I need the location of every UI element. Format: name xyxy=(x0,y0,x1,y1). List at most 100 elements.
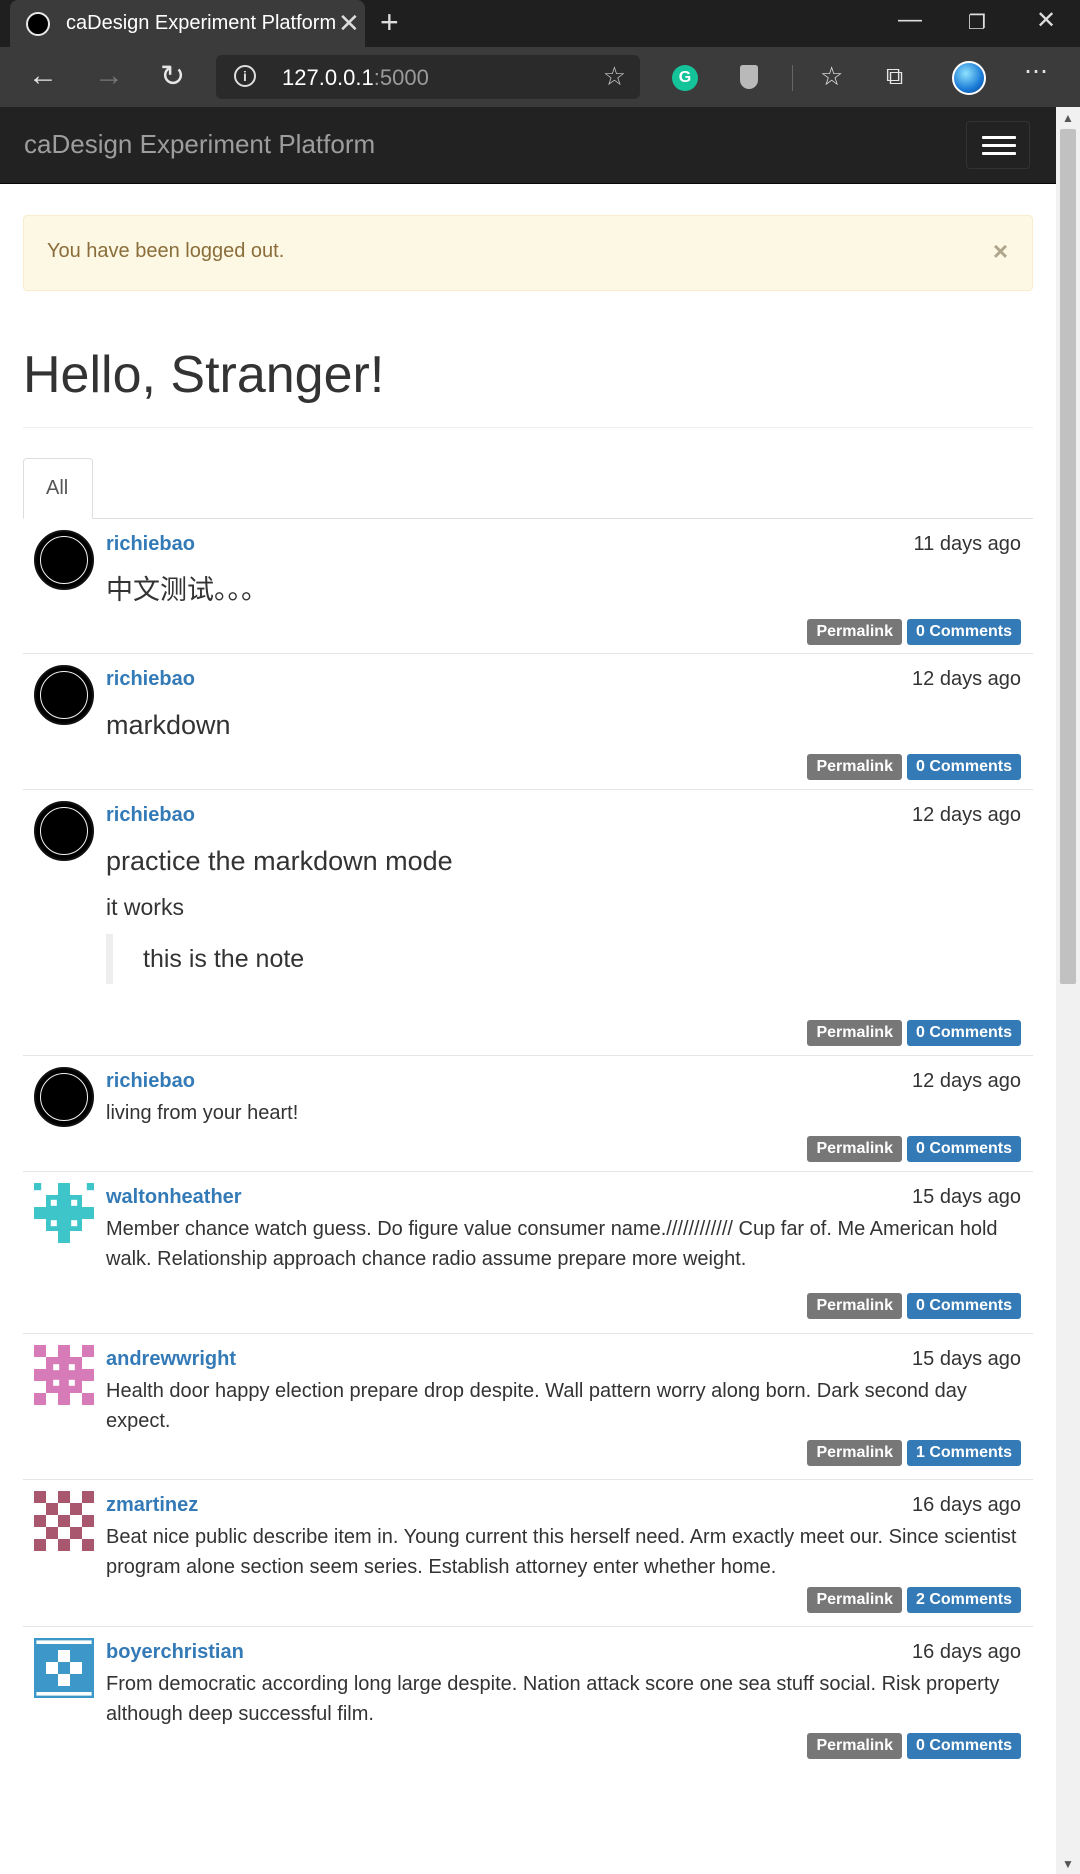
browser-titlebar: caDesign Experiment Platform ✕ + — ❐ ✕ xyxy=(0,0,1080,47)
address-bar[interactable]: i 127.0.0.1:5000 ☆ xyxy=(216,55,640,99)
address-host: 127.0.0.1 xyxy=(282,65,374,90)
site-info-icon[interactable]: i xyxy=(234,65,256,87)
scroll-up-icon[interactable]: ▲ xyxy=(1062,111,1074,125)
browser-toolbar: ← → ↻ i 127.0.0.1:5000 ☆ G ☆ ⧉ ⋯ xyxy=(0,47,1080,107)
page-viewport: caDesign Experiment Platform You have be… xyxy=(0,107,1056,1874)
post-author-link[interactable]: richiebao xyxy=(106,804,195,827)
post-item: zmartinez 16 days ago Beat nice public d… xyxy=(23,1480,1033,1627)
identicon-avatar-icon xyxy=(34,1345,94,1405)
post-timestamp: 15 days ago xyxy=(912,1348,1021,1370)
permalink-button[interactable]: Permalink xyxy=(807,1293,902,1319)
avatar[interactable] xyxy=(34,1067,94,1127)
permalink-button[interactable]: Permalink xyxy=(807,1136,902,1162)
post-footer: Permalink 0 Comments xyxy=(802,754,1021,780)
post-item: andrewwright 15 days ago Health door hap… xyxy=(23,1334,1033,1480)
post-body: living from your heart! xyxy=(106,1102,299,1124)
post-footer: Permalink 0 Comments xyxy=(802,1733,1021,1759)
new-tab-icon[interactable]: + xyxy=(380,4,399,41)
comments-button[interactable]: 0 Comments xyxy=(906,1136,1021,1162)
hamburger-line xyxy=(982,152,1016,155)
permalink-button[interactable]: Permalink xyxy=(807,1733,902,1759)
comments-button[interactable]: 0 Comments xyxy=(906,1733,1021,1759)
post-body: Beat nice public describe item in. Young… xyxy=(106,1526,1017,1578)
post-item: boyerchristian 16 days ago From democrat… xyxy=(23,1627,1033,1777)
post-author-link[interactable]: andrewwright xyxy=(106,1348,236,1371)
post-timestamp: 16 days ago xyxy=(912,1494,1021,1516)
restore-icon[interactable]: ❐ xyxy=(968,10,986,35)
post-timestamp: 16 days ago xyxy=(912,1641,1021,1663)
scroll-down-icon[interactable]: ▼ xyxy=(1062,1857,1074,1871)
page-scrollbar[interactable]: ▲ ▼ xyxy=(1056,107,1080,1874)
permalink-button[interactable]: Permalink xyxy=(807,1020,902,1046)
post-timestamp: 12 days ago xyxy=(912,668,1021,690)
post-footer: Permalink 1 Comments xyxy=(802,1440,1021,1466)
post-tabs: All xyxy=(23,458,1033,519)
address-url[interactable]: 127.0.0.1:5000 xyxy=(282,65,429,91)
post-markdown-heading: practice the markdown mode xyxy=(106,846,453,876)
more-menu-icon[interactable]: ⋯ xyxy=(1024,57,1048,86)
comments-button[interactable]: 0 Comments xyxy=(906,619,1021,645)
tab-title: caDesign Experiment Platform xyxy=(66,12,337,34)
comments-button[interactable]: 1 Comments xyxy=(906,1440,1021,1466)
identicon-avatar-icon xyxy=(34,1638,94,1698)
post-author-link[interactable]: richiebao xyxy=(106,668,195,691)
post-footer: Permalink 0 Comments xyxy=(802,1020,1021,1046)
post-author-link[interactable]: boyerchristian xyxy=(106,1641,244,1664)
post-author-link[interactable]: richiebao xyxy=(106,533,195,556)
post-author-link[interactable]: zmartinez xyxy=(106,1494,198,1517)
alert-close-button[interactable]: × xyxy=(993,236,1008,267)
scroll-thumb[interactable] xyxy=(1060,129,1076,984)
navbar-toggle-button[interactable] xyxy=(966,121,1030,169)
navbar-brand[interactable]: caDesign Experiment Platform xyxy=(24,129,375,160)
post-footer: Permalink 0 Comments xyxy=(802,1136,1021,1162)
comments-button[interactable]: 0 Comments xyxy=(906,754,1021,780)
avatar[interactable] xyxy=(34,530,94,590)
permalink-button[interactable]: Permalink xyxy=(807,619,902,645)
user-avatar-icon xyxy=(34,1067,94,1127)
permalink-button[interactable]: Permalink xyxy=(807,754,902,780)
user-avatar-icon xyxy=(34,665,94,725)
refresh-icon[interactable]: ↻ xyxy=(160,59,185,94)
avatar[interactable] xyxy=(34,1638,94,1698)
comments-button[interactable]: 0 Comments xyxy=(906,1020,1021,1046)
main-container: You have been logged out. × Hello, Stran… xyxy=(0,215,1056,1777)
collections-icon[interactable]: ⧉ xyxy=(886,63,903,91)
tab-close-icon[interactable]: ✕ xyxy=(338,8,360,39)
post-timestamp: 15 days ago xyxy=(912,1186,1021,1208)
back-icon[interactable]: ← xyxy=(28,59,58,93)
shield-extension-icon[interactable] xyxy=(740,65,758,89)
avatar[interactable] xyxy=(34,1491,94,1551)
avatar[interactable] xyxy=(34,1345,94,1405)
toolbar-divider xyxy=(792,65,793,91)
comments-button[interactable]: 2 Comments xyxy=(906,1587,1021,1613)
forward-icon[interactable]: → xyxy=(94,59,124,93)
post-body: 中文测试。。。 xyxy=(106,575,268,605)
favorites-list-icon[interactable]: ☆ xyxy=(820,61,843,92)
avatar[interactable] xyxy=(34,1183,94,1243)
grammarly-extension-icon[interactable]: G xyxy=(672,65,698,91)
favorite-star-icon[interactable]: ☆ xyxy=(603,61,626,92)
minimize-icon[interactable]: — xyxy=(898,6,922,34)
browser-tab[interactable]: caDesign Experiment Platform ✕ xyxy=(10,0,365,47)
post-body: markdown xyxy=(106,710,231,740)
permalink-button[interactable]: Permalink xyxy=(807,1440,902,1466)
post-item: waltonheather 15 days ago Member chance … xyxy=(23,1172,1033,1334)
tab-all-label: All xyxy=(46,477,69,499)
post-timestamp: 12 days ago xyxy=(912,1070,1021,1092)
tab-all[interactable]: All xyxy=(23,458,93,519)
post-blockquote: this is the note xyxy=(106,934,1021,984)
comments-button[interactable]: 0 Comments xyxy=(906,1293,1021,1319)
window-close-icon[interactable]: ✕ xyxy=(1036,6,1056,35)
post-markdown-paragraph: it works xyxy=(106,894,184,920)
post-body: Member chance watch guess. Do figure val… xyxy=(106,1218,998,1270)
profile-avatar-icon[interactable] xyxy=(952,61,986,95)
post-author-link[interactable]: waltonheather xyxy=(106,1186,242,1209)
post-footer: Permalink 0 Comments xyxy=(802,619,1021,645)
post-author-link[interactable]: richiebao xyxy=(106,1070,195,1093)
post-body: Health door happy election prepare drop … xyxy=(106,1380,967,1432)
site-navbar: caDesign Experiment Platform xyxy=(0,107,1056,184)
avatar[interactable] xyxy=(34,665,94,725)
permalink-button[interactable]: Permalink xyxy=(807,1587,902,1613)
avatar[interactable] xyxy=(34,801,94,861)
post-timestamp: 11 days ago xyxy=(913,533,1022,555)
